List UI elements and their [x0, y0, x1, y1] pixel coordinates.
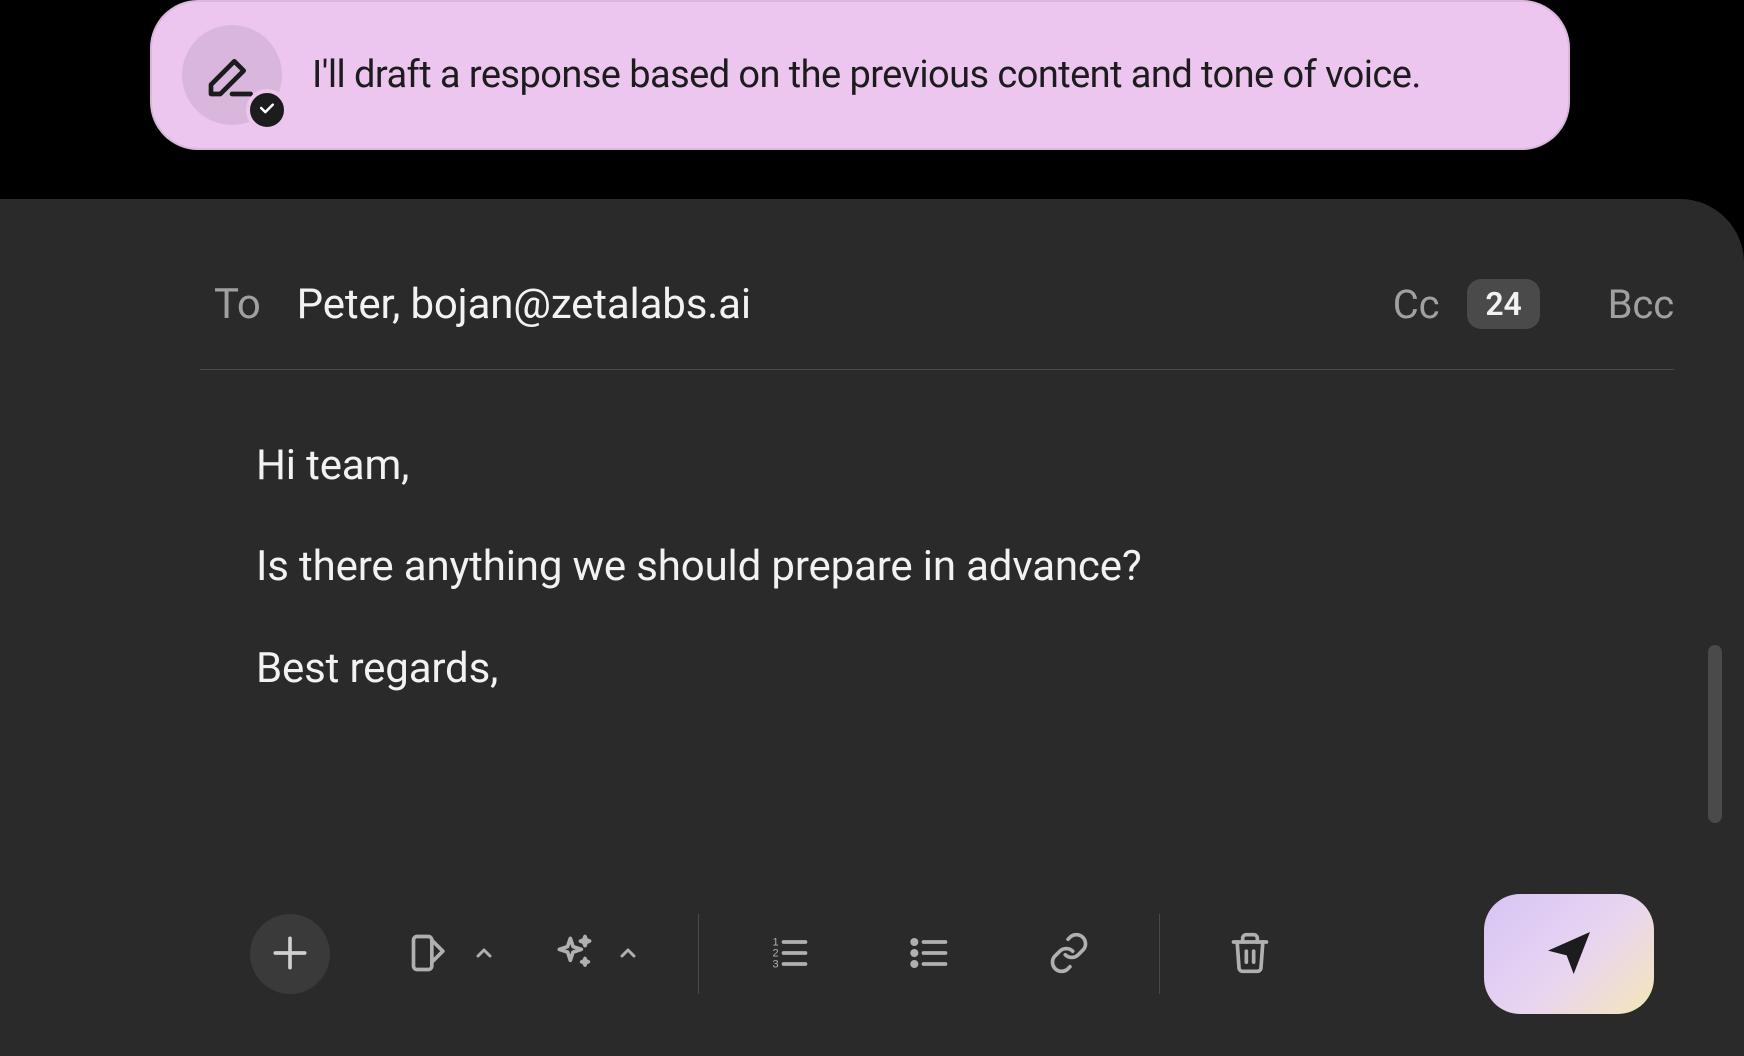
send-button[interactable] — [1484, 894, 1654, 1014]
check-icon — [257, 98, 277, 122]
numbered-list-icon: 1 2 3 — [767, 931, 811, 978]
to-label: To — [214, 280, 261, 329]
link-button[interactable] — [1029, 914, 1109, 994]
bullet-list-icon — [907, 931, 951, 978]
ai-avatar — [182, 25, 282, 125]
ai-banner-text: I'll draft a response based on the previ… — [312, 53, 1421, 97]
scrollbar-thumb[interactable] — [1708, 645, 1722, 823]
palette-icon — [408, 931, 452, 978]
ai-magic-button[interactable] — [534, 914, 614, 994]
chevron-up-icon — [616, 941, 640, 968]
chevron-up-icon — [472, 941, 496, 968]
ai-assistant-banner: I'll draft a response based on the previ… — [150, 0, 1570, 150]
cc-count-badge: 24 — [1467, 279, 1539, 329]
email-body-editor[interactable]: Hi team, Is there anything we should pre… — [0, 370, 1744, 810]
link-icon — [1047, 931, 1091, 978]
check-badge — [246, 89, 288, 131]
to-row: To Peter, bojan@zetalabs.ai Cc 24 Bcc — [0, 199, 1744, 369]
trash-icon — [1228, 931, 1272, 978]
compose-toolbar: 1 2 3 — [0, 866, 1744, 1056]
bcc-button[interactable]: Bcc — [1608, 281, 1674, 328]
compose-window: To Peter, bojan@zetalabs.ai Cc 24 Bcc Hi… — [0, 199, 1744, 1056]
to-field[interactable]: Peter, bojan@zetalabs.ai — [297, 280, 1393, 329]
cc-button[interactable]: Cc — [1393, 281, 1440, 328]
numbered-list-button[interactable]: 1 2 3 — [749, 914, 829, 994]
ai-menu-button[interactable] — [608, 914, 648, 994]
delete-button[interactable] — [1210, 914, 1290, 994]
send-icon — [1541, 925, 1597, 984]
theme-button[interactable] — [390, 914, 470, 994]
toolbar-separator — [698, 914, 699, 994]
sparkle-icon — [552, 931, 596, 978]
body-line: Hi team, — [256, 430, 1654, 501]
plus-icon — [268, 931, 312, 978]
bullet-list-button[interactable] — [889, 914, 969, 994]
body-line: Best regards, — [256, 633, 1654, 704]
svg-text:3: 3 — [773, 958, 779, 970]
toolbar-separator — [1159, 914, 1160, 994]
theme-menu-button[interactable] — [464, 914, 504, 994]
body-line: Is there anything we should prepare in a… — [256, 531, 1654, 602]
add-button[interactable] — [250, 914, 330, 994]
cc-bcc-group: Cc 24 Bcc — [1393, 279, 1674, 329]
